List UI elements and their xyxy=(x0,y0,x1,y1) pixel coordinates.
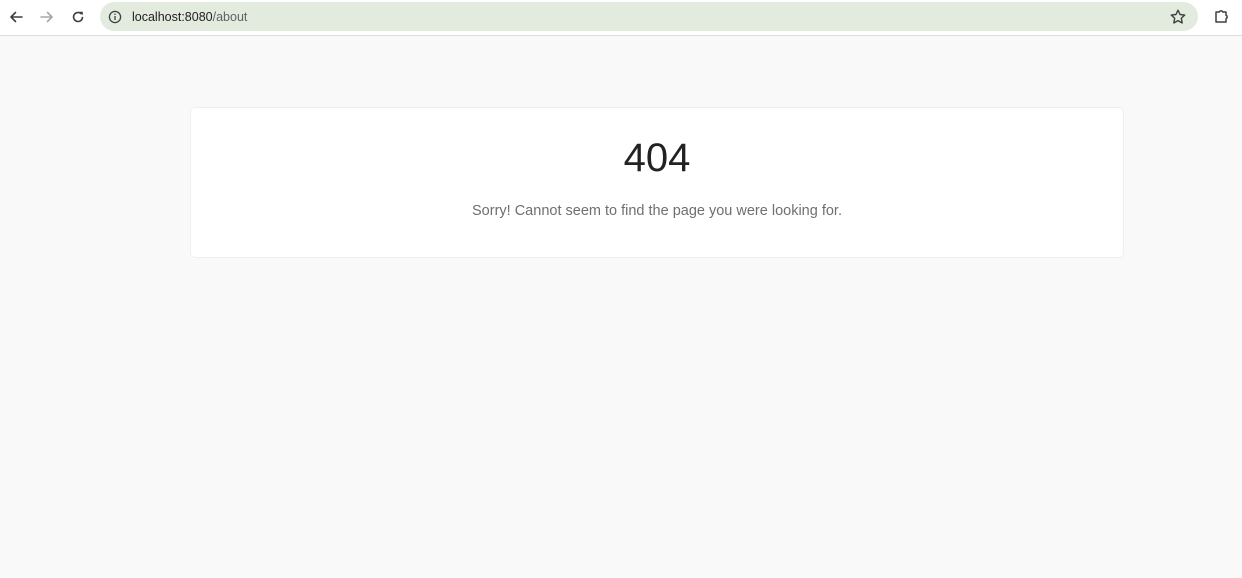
forward-arrow-icon xyxy=(40,11,53,23)
info-icon[interactable] xyxy=(107,9,123,25)
puzzle-icon[interactable] xyxy=(1212,6,1232,26)
reload-icon xyxy=(72,11,84,23)
error-code: 404 xyxy=(623,136,691,180)
reload-button[interactable] xyxy=(66,5,90,29)
star-icon[interactable] xyxy=(1169,8,1187,26)
url-path: /about xyxy=(212,10,248,24)
error-card: 404 Sorry! Cannot seem to find the page … xyxy=(190,107,1124,258)
url-host: localhost:8080 xyxy=(132,10,213,24)
address-bar[interactable]: localhost:8080/about xyxy=(100,2,1198,31)
error-message: Sorry! Cannot seem to find the page you … xyxy=(472,203,842,219)
back-arrow-icon xyxy=(10,11,23,23)
url-text[interactable]: localhost:8080/about xyxy=(132,9,247,25)
back-button[interactable] xyxy=(4,5,28,29)
forward-button[interactable] xyxy=(35,5,59,29)
browser-toolbar: localhost:8080/about xyxy=(0,0,1242,36)
